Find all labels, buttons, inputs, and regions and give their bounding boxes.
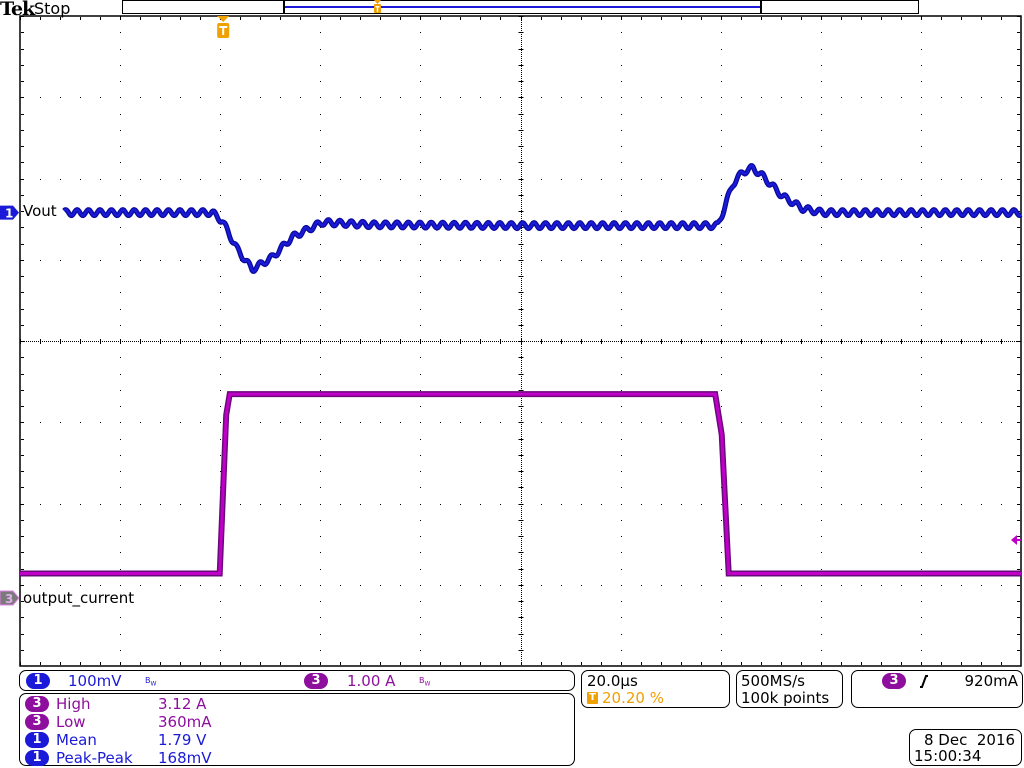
rising-edge-icon: [920, 675, 928, 688]
measurement-name: Peak-Peak: [56, 749, 133, 767]
record-length: 100k points: [741, 689, 830, 707]
measurement-row[interactable]: 1 Peak-Peak 168mV: [20, 749, 574, 767]
acquisition-panel[interactable]: 500MS/s 100k points: [736, 670, 843, 708]
measurement-name: Low: [56, 713, 86, 731]
ch1-badge: 1: [26, 673, 50, 689]
measurement-channel-badge: 3: [25, 696, 49, 712]
measurements-panel[interactable]: 3 High 3.12 A 3 Low 360mA 1 Mean 1.79 V 1 Peak-Pea…: [19, 693, 575, 767]
ch3-label: output_current: [23, 589, 135, 607]
horizontal-scale[interactable]: 20.0µs: [587, 672, 638, 690]
trigger-position-icon: T: [587, 692, 598, 704]
measurement-channel-badge: 1: [25, 750, 49, 766]
measurement-row[interactable]: 3 High 3.12 A: [20, 695, 574, 713]
measurement-row[interactable]: 3 Low 360mA: [20, 713, 574, 731]
measurement-value: 3.12 A: [158, 695, 207, 713]
measurement-row[interactable]: 1 Mean 1.79 V: [20, 731, 574, 749]
trigger-position[interactable]: 20.20 %: [602, 689, 664, 707]
trigger-source-badge: 3: [882, 673, 906, 689]
time: 15:00:34: [914, 747, 982, 765]
svg-text:1: 1: [5, 207, 13, 221]
waveform-graticule[interactable]: 13: [0, 0, 1024, 680]
measurement-value: 168mV: [158, 749, 212, 767]
measurement-value: 1.79 V: [158, 731, 207, 749]
svg-text:3: 3: [5, 592, 13, 606]
ch1-scale[interactable]: 100mV: [68, 672, 122, 690]
ch3-ground-marker[interactable]: 3: [0, 590, 20, 606]
ch1-bw-limit-icon: BW: [145, 676, 157, 688]
trigger-panel[interactable]: 3 920mA: [851, 670, 1023, 708]
channel-scale-panel[interactable]: 1 100mV BW 3 1.00 A BW: [19, 670, 575, 691]
current-trace-envelope: [20, 391, 1021, 577]
vout-trace-envelope: [62, 163, 1023, 274]
vout-trace: [63, 164, 1022, 273]
sample-rate: 500MS/s: [741, 672, 805, 690]
measurement-value: 360mA: [158, 713, 212, 731]
measurement-name: Mean: [56, 731, 97, 749]
trigger-position-marker: [217, 16, 230, 38]
timebase-panel[interactable]: 20.0µs T 20.20 %: [581, 670, 730, 708]
ch3-badge: 3: [304, 673, 328, 689]
trigger-level[interactable]: 920mA: [964, 672, 1018, 690]
current-trace: [20, 392, 1021, 575]
ch1-ground-marker[interactable]: 1: [0, 205, 19, 221]
ch3-bw-limit-icon: BW: [419, 676, 431, 688]
measurement-name: High: [56, 695, 91, 713]
datetime-panel: 8 Dec 2016 15:00:34: [909, 729, 1022, 766]
graticule-grid: [19, 15, 1022, 667]
measurement-channel-badge: 3: [25, 714, 49, 730]
measurement-channel-badge: 1: [25, 732, 49, 748]
ch3-scale[interactable]: 1.00 A: [347, 672, 395, 690]
ch1-label: Vout: [23, 202, 57, 220]
